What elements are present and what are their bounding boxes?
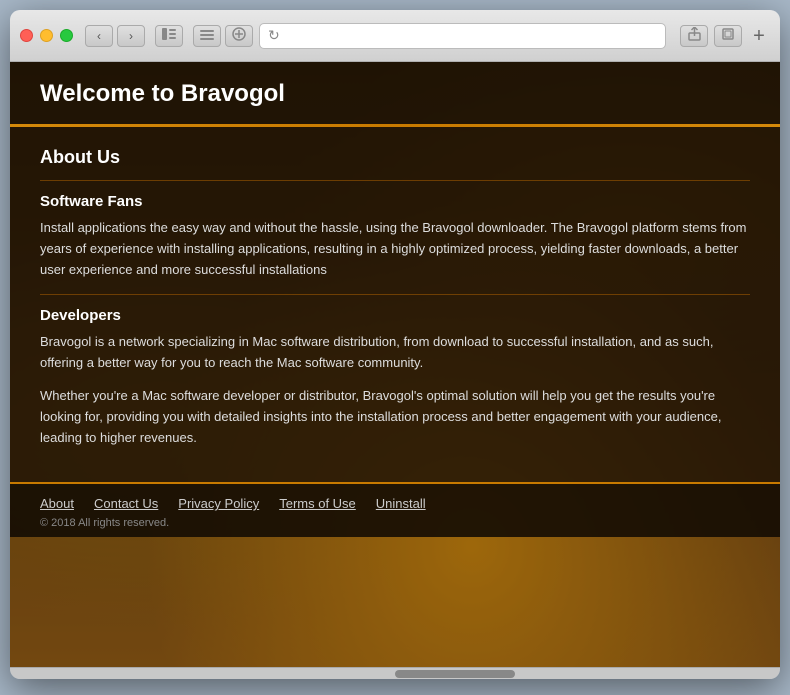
site-footer: About Contact Us Privacy Policy Terms of… [10,482,780,537]
developers-section: Developers Bravogol is a network special… [40,307,750,448]
add-tab-icon [232,27,246,44]
site-title: Welcome to Bravogol [40,80,750,108]
software-fans-text: Install applications the easy way and wi… [40,218,750,280]
footer-link-uninstall[interactable]: Uninstall [376,496,426,511]
footer-link-terms[interactable]: Terms of Use [279,496,356,511]
plus-icon: + [753,26,765,46]
url-bar-left-icons [193,25,253,47]
tab-overview-icon [722,28,735,44]
browser-content: Welcome to Bravogol About Us Software Fa… [10,62,780,667]
minimize-button[interactable] [40,29,53,42]
developers-text-1: Bravogol is a network specializing in Ma… [40,332,750,374]
url-bar-area: ↻ [193,23,770,49]
site-main: About Us Software Fans Install applicati… [10,127,780,482]
url-bar[interactable]: ↻ [259,23,666,49]
forward-icon: › [129,29,133,43]
footer-copyright: © 2018 All rights reserved. [40,517,750,529]
sidebar-toggle-button[interactable] [155,25,183,47]
url-bar-right-icons: + [680,25,770,47]
refresh-icon[interactable]: ↻ [268,27,280,44]
nav-buttons: ‹ › [85,25,145,47]
back-button[interactable]: ‹ [85,25,113,47]
section-divider-2 [40,294,750,295]
browser-window: ‹ › [10,10,780,679]
footer-link-privacy[interactable]: Privacy Policy [178,496,259,511]
share-button[interactable] [680,25,708,47]
scrollbar-thumb[interactable] [395,670,515,678]
about-us-title: About Us [40,147,750,168]
maximize-button[interactable] [60,29,73,42]
scrollbar-area [10,667,780,679]
add-tab-button[interactable] [225,25,253,47]
software-fans-section: Software Fans Install applications the e… [40,193,750,280]
content-overlay: Welcome to Bravogol About Us Software Fa… [10,62,780,537]
footer-nav: About Contact Us Privacy Policy Terms of… [40,496,750,511]
new-window-button[interactable]: + [748,25,770,47]
share-icon [688,27,701,44]
developers-text-2: Whether you're a Mac software developer … [40,386,750,448]
sidebar-icon [162,27,176,45]
site-header: Welcome to Bravogol [10,62,780,124]
list-icon-button[interactable] [193,25,221,47]
footer-link-about[interactable]: About [40,496,74,511]
developers-title: Developers [40,307,750,324]
footer-link-contact[interactable]: Contact Us [94,496,158,511]
section-divider-1 [40,180,750,181]
close-button[interactable] [20,29,33,42]
back-icon: ‹ [97,29,101,43]
forward-button[interactable]: › [117,25,145,47]
software-fans-title: Software Fans [40,193,750,210]
list-icon [200,28,214,43]
traffic-lights [20,29,73,42]
titlebar: ‹ › [10,10,780,62]
tab-overview-button[interactable] [714,25,742,47]
